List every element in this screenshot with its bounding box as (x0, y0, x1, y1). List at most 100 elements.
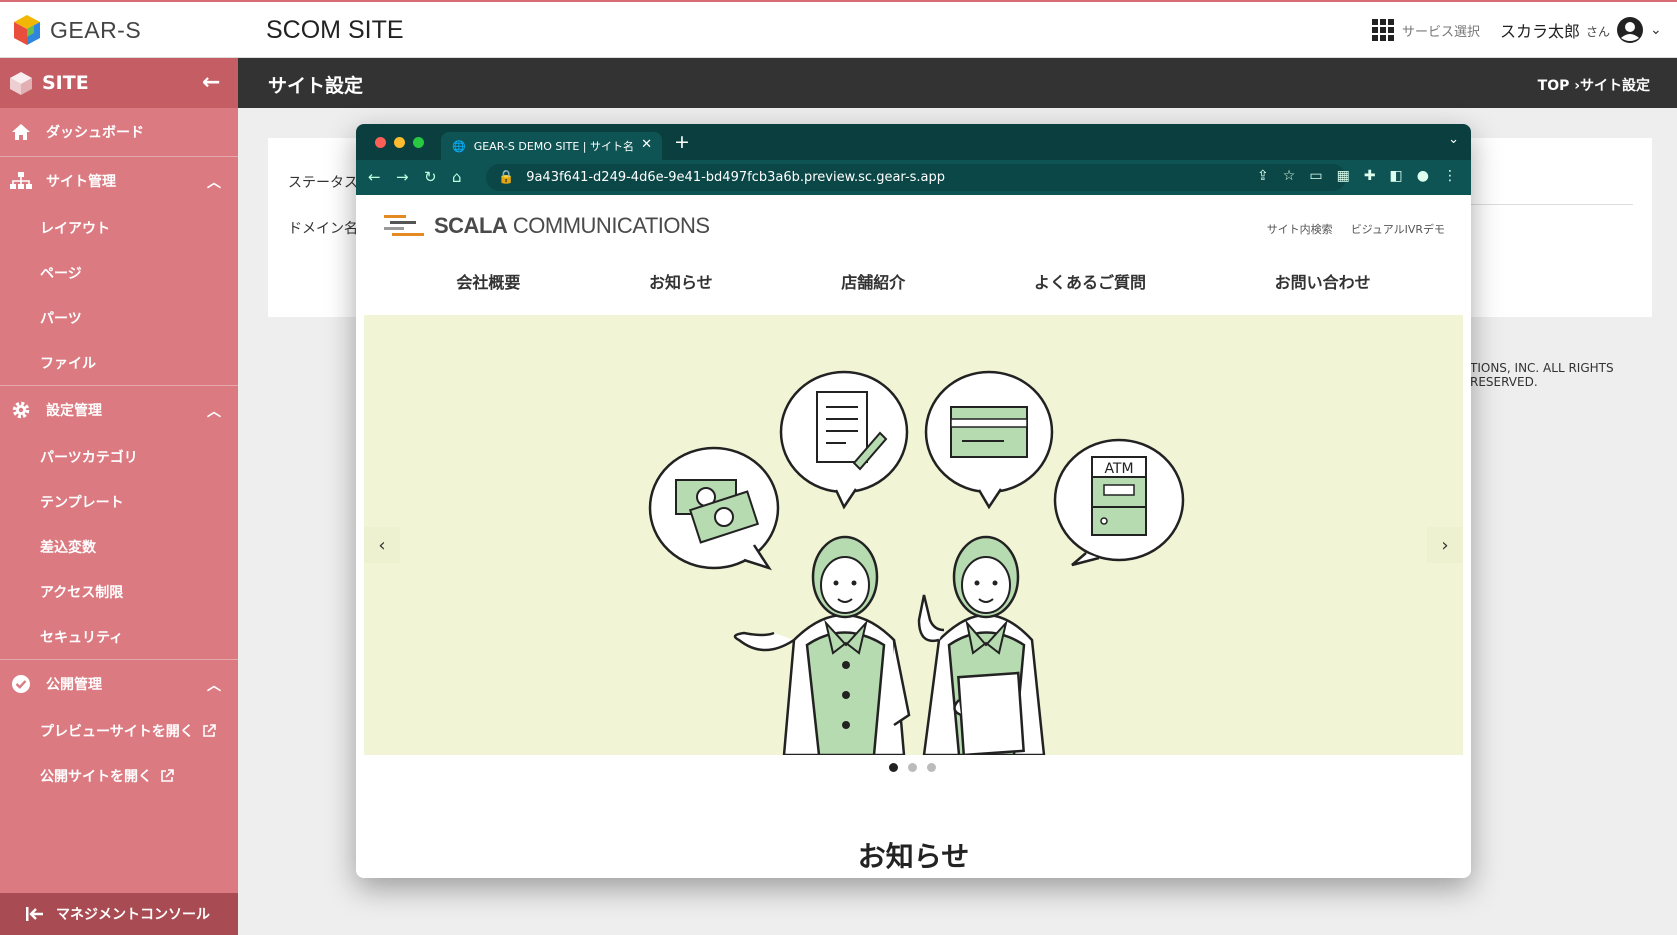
sidebar-group-settings-mgmt[interactable]: 設定管理 ︿ (0, 386, 238, 434)
browser-toolbar: ← → ↻ ⌂ 🔒 9a43f641-d249-4d6e-9e41-bd497f… (356, 160, 1471, 195)
window-controls (375, 137, 424, 148)
service-select-label: サービス選択 (1402, 24, 1481, 40)
sidebar-group-label: サイト管理 (46, 174, 116, 190)
browser-tab-strip: 🌐 GEAR-S DEMO SITE | サイト名 ✕ + ⌄ (356, 124, 1471, 160)
nav-company[interactable]: 会社概要 (456, 263, 520, 303)
sidebar-item-dashboard[interactable]: ダッシュボード (0, 108, 238, 156)
carousel-dot[interactable] (927, 763, 936, 772)
share-icon[interactable]: ⇪ (1257, 168, 1269, 184)
browser-tab[interactable]: 🌐 GEAR-S DEMO SITE | サイト名 ✕ (441, 132, 662, 160)
check-circle-icon (10, 673, 32, 695)
sidebar-item-open-preview[interactable]: プレビューサイトを開く (0, 708, 238, 753)
user-menu[interactable]: スカラ太郎 さん ⌄ (1500, 16, 1662, 44)
sidebar-item-layout[interactable]: レイアウト (0, 205, 238, 250)
reload-icon[interactable]: ↻ (424, 168, 437, 186)
sitemap-icon (10, 170, 32, 192)
sidebar-group-site-mgmt[interactable]: サイト管理 ︿ (0, 157, 238, 205)
chevron-up-icon: ︿ (207, 175, 221, 191)
browser-actions: ⇪ ☆ ▭ ▦ ✚ ◧ ● ⋮ (1257, 168, 1457, 184)
staff-woman-left (733, 535, 911, 755)
gear-s-logo[interactable]: GEAR-S (12, 14, 141, 46)
sidebar-item-access-control[interactable]: アクセス制限 (0, 569, 238, 614)
extension-icon[interactable]: ▦ (1337, 168, 1350, 184)
gear-s-logo-icon (14, 15, 40, 45)
gear-icon (10, 399, 32, 421)
exit-arrow-icon (26, 907, 43, 921)
cast-icon[interactable]: ▭ (1309, 168, 1322, 184)
maximize-window-dot[interactable] (413, 137, 424, 148)
chevron-up-icon: ︿ (207, 678, 221, 694)
sidebar-item-file[interactable]: ファイル (0, 340, 238, 385)
copyright-text: TIONS, INC. ALL RIGHTS RESERVED. (1470, 361, 1614, 389)
avatar-icon (1617, 17, 1644, 43)
address-bar[interactable]: 🔒 9a43f641-d249-4d6e-9e41-bd497fcb3a6b.p… (486, 164, 1346, 191)
scala-logo-icon (384, 215, 424, 236)
carousel-dot[interactable] (889, 763, 898, 772)
chevron-down-icon: ⌄ (1650, 22, 1662, 38)
management-console-button[interactable]: マネジメントコンソール (0, 893, 238, 935)
close-tab-icon[interactable]: ✕ (641, 137, 652, 152)
domain-label: ドメイン名 (288, 221, 358, 237)
external-link-icon (161, 768, 174, 782)
user-name: スカラ太郎 (1500, 22, 1581, 41)
service-select-button[interactable]: サービス選択 (1372, 19, 1480, 41)
external-link-icon (202, 723, 216, 737)
minimize-window-dot[interactable] (394, 137, 405, 148)
sidebar-item-open-public[interactable]: 公開サイトを開く (0, 753, 238, 798)
home-icon[interactable]: ⌂ (452, 168, 462, 186)
user-suffix: さん (1586, 25, 1611, 39)
breadcrumb[interactable]: TOP ›サイト設定 (1538, 75, 1650, 95)
site-utility-links: サイト内検索 ビジュアルIVRデモ (1267, 221, 1445, 237)
chevron-up-icon: ︿ (207, 404, 221, 420)
new-tab-icon[interactable]: + (674, 131, 690, 153)
nav-stores[interactable]: 店舗紹介 (841, 263, 905, 303)
sidebar-item-page[interactable]: ページ (0, 250, 238, 295)
atm-label: ATM (1104, 461, 1133, 477)
forward-arrow-icon[interactable]: → (396, 168, 409, 186)
back-arrow-icon[interactable]: ← (368, 168, 381, 186)
apps-grid-icon (1372, 19, 1394, 41)
puzzle-icon[interactable]: ✚ (1364, 168, 1376, 184)
collapse-arrow-icon[interactable]: ← (202, 70, 220, 95)
site-name: SCOM SITE (266, 16, 404, 44)
nav-news[interactable]: お知らせ (649, 263, 713, 303)
hero-carousel: ATM ‹ › (364, 315, 1463, 755)
carousel-next-button[interactable]: › (1427, 527, 1463, 563)
scala-logo[interactable]: SCALA COMMUNICATIONS (384, 213, 710, 239)
sidebar-item-parts[interactable]: パーツ (0, 295, 238, 340)
star-icon[interactable]: ☆ (1283, 168, 1296, 184)
status-label: ステータス (288, 175, 358, 191)
sidebar: SITE ← ダッシュボード サイト管理 ︿ レイアウト ページ パーツ ファイ… (0, 58, 238, 935)
more-vert-icon[interactable]: ⋮ (1443, 168, 1457, 184)
document-bubble (779, 370, 909, 510)
page-title: サイト設定 (268, 75, 364, 97)
home-icon (10, 121, 32, 143)
tab-list-chevron-icon[interactable]: ⌄ (1448, 132, 1459, 147)
atm-bubble: ATM (1053, 438, 1185, 567)
management-console-label: マネジメントコンソール (56, 907, 210, 923)
visual-ivr-link[interactable]: ビジュアルIVRデモ (1351, 221, 1445, 237)
carousel-pager (889, 763, 936, 772)
globe-icon: 🌐 (452, 139, 466, 153)
hero-illustration: ATM (648, 370, 1185, 755)
nav-contact[interactable]: お問い合わせ (1275, 263, 1371, 303)
sidebar-group-label: 設定管理 (46, 403, 102, 419)
sidebar-group-publish-mgmt[interactable]: 公開管理 ︿ (0, 660, 238, 708)
close-window-dot[interactable] (375, 137, 386, 148)
site-search-link[interactable]: サイト内検索 (1267, 221, 1333, 237)
preview-browser-window: 🌐 GEAR-S DEMO SITE | サイト名 ✕ + ⌄ ← → ↻ ⌂ … (356, 124, 1471, 878)
profile-icon[interactable]: ● (1417, 168, 1429, 184)
carousel-dot[interactable] (908, 763, 917, 772)
sidebar-item-label: ダッシュボード (46, 125, 144, 141)
carousel-prev-button[interactable]: ‹ (364, 527, 400, 563)
nav-faq[interactable]: よくあるご質問 (1034, 263, 1146, 303)
brand-rest: COMMUNICATIONS (507, 213, 710, 238)
sidepanel-icon[interactable]: ◧ (1390, 168, 1403, 184)
card-bubble (924, 370, 1054, 510)
site-cube-icon (10, 72, 32, 95)
sidebar-item-parts-category[interactable]: パーツカテゴリ (0, 434, 238, 479)
sidebar-item-variables[interactable]: 差込変数 (0, 524, 238, 569)
sidebar-item-security[interactable]: セキュリティ (0, 614, 238, 659)
sidebar-item-template[interactable]: テンプレート (0, 479, 238, 524)
tab-title: GEAR-S DEMO SITE | サイト名 (473, 140, 635, 153)
